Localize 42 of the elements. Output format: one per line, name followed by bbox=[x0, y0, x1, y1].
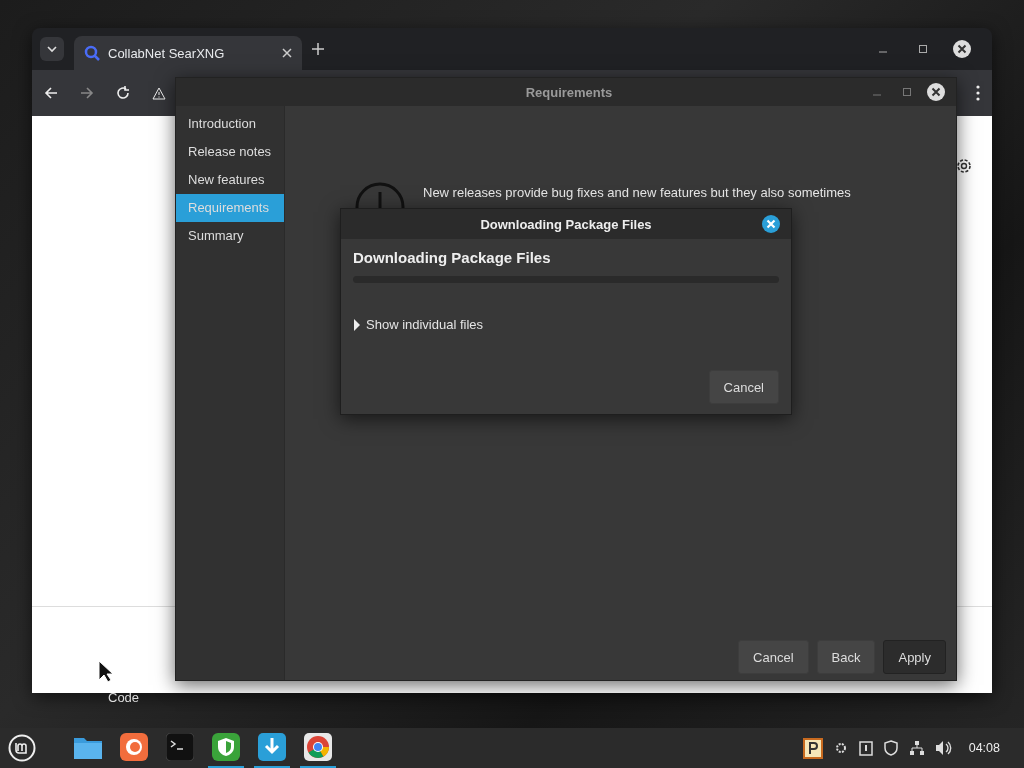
volume-icon[interactable] bbox=[934, 740, 953, 756]
terminal-icon[interactable] bbox=[166, 733, 194, 761]
window-title: Requirements bbox=[524, 84, 614, 100]
search-icon bbox=[84, 45, 100, 61]
sidebar-item[interactable]: Release notes bbox=[176, 138, 284, 166]
chrome-icon[interactable] bbox=[304, 733, 332, 761]
menu-icon[interactable] bbox=[976, 85, 980, 101]
sidebar-item[interactable]: Introduction bbox=[176, 110, 284, 138]
download-icon[interactable] bbox=[258, 733, 286, 761]
close-icon[interactable] bbox=[761, 214, 781, 234]
warning-message: New releases provide bug fixes and new features but they also sometimes bbox=[423, 185, 851, 201]
settings-icon[interactable] bbox=[954, 156, 974, 176]
cursor-icon bbox=[98, 660, 114, 682]
sidebar-item[interactable]: Summary bbox=[176, 222, 284, 250]
dialog-heading: Downloading Package Files bbox=[353, 249, 552, 266]
desktop-icon-label[interactable]: Code bbox=[108, 690, 140, 705]
cancel-button[interactable]: Cancel bbox=[708, 370, 779, 404]
close-icon[interactable] bbox=[282, 48, 292, 58]
new-tab-icon[interactable] bbox=[312, 43, 324, 55]
back-icon[interactable] bbox=[44, 86, 58, 100]
expander-label[interactable]: Show individual files bbox=[366, 317, 484, 332]
forward-icon[interactable] bbox=[80, 86, 94, 100]
close-icon[interactable] bbox=[926, 82, 946, 102]
network-icon[interactable] bbox=[908, 740, 925, 756]
dialog-button[interactable]: Cancel bbox=[738, 640, 809, 674]
tab-search-icon[interactable] bbox=[40, 37, 64, 61]
close-icon[interactable] bbox=[952, 39, 972, 59]
dialog-button[interactable]: Back bbox=[816, 640, 876, 674]
dialog-title: Downloading Package Files bbox=[479, 216, 653, 232]
clock[interactable]: 04:08 bbox=[968, 741, 1000, 755]
sidebar-item[interactable]: New features bbox=[176, 166, 284, 194]
shield-icon[interactable] bbox=[212, 733, 240, 761]
dialog-button[interactable]: Apply bbox=[883, 640, 946, 674]
fox-icon[interactable] bbox=[120, 733, 148, 761]
maximize-icon[interactable] bbox=[902, 87, 912, 97]
notice-icon[interactable] bbox=[858, 740, 873, 756]
mint-logo-icon[interactable] bbox=[8, 734, 36, 762]
browser-tab[interactable]: CollabNet SearXNG bbox=[74, 36, 302, 70]
reload-icon[interactable] bbox=[116, 86, 130, 100]
collapsed-arrow-icon[interactable] bbox=[353, 318, 361, 331]
maximize-icon[interactable] bbox=[918, 44, 928, 54]
shield-icon[interactable] bbox=[882, 740, 899, 756]
